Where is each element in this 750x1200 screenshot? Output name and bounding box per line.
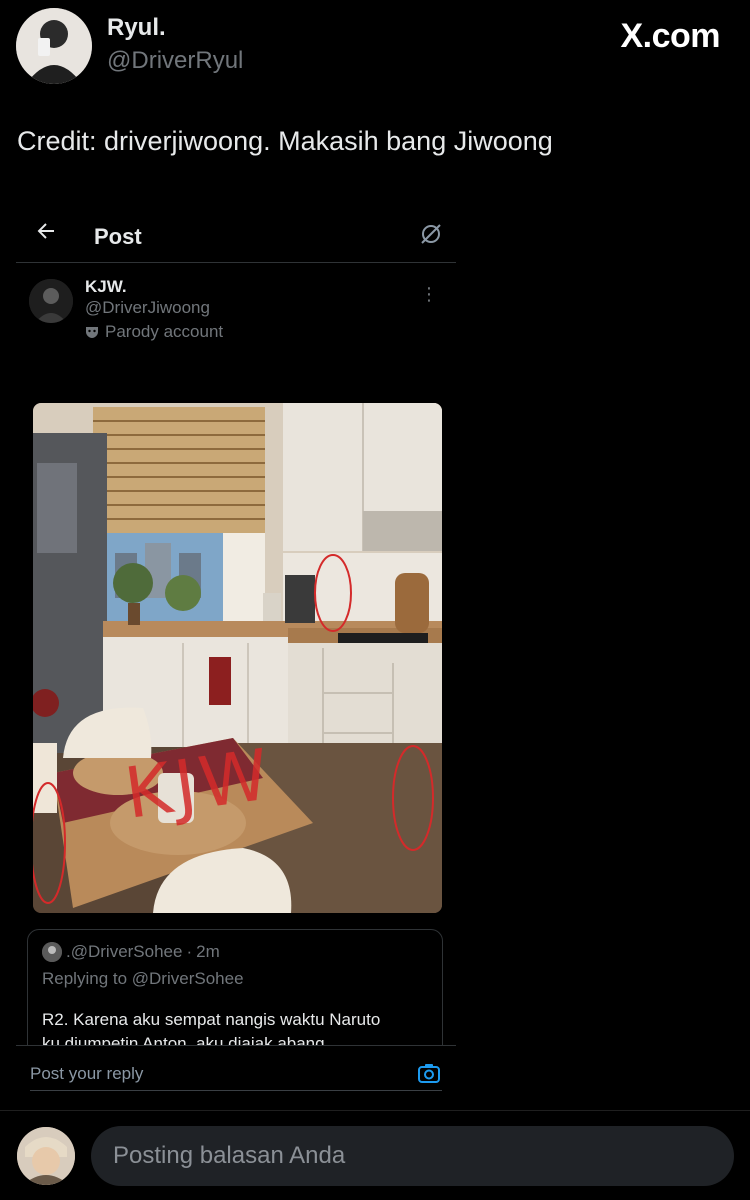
post-title: Post bbox=[94, 224, 142, 249]
more-icon[interactable]: ⋮ bbox=[420, 285, 438, 303]
replying-to: Replying to @DriverSohee bbox=[42, 969, 244, 988]
reply-input[interactable] bbox=[91, 1126, 734, 1186]
quote-separator: · bbox=[186, 942, 193, 961]
reply-underline bbox=[30, 1090, 442, 1091]
quote-avatar bbox=[42, 942, 62, 962]
page: Ryul. @DriverRyul X.com Credit: driverji… bbox=[0, 0, 750, 1200]
tweet-text: Credit: driverjiwoong. Makasih bang Jiwo… bbox=[17, 126, 553, 156]
kitchen-photo[interactable]: KJW bbox=[33, 403, 442, 913]
current-user-avatar-image bbox=[17, 1127, 75, 1185]
kitchen-illustration bbox=[33, 403, 442, 913]
post-topbar: Post bbox=[16, 205, 456, 263]
post-reply-box[interactable]: Post your reply bbox=[16, 1045, 456, 1105]
parody-label-text: Parody account bbox=[105, 322, 224, 341]
parody-label: Parody account bbox=[85, 322, 223, 342]
mask-icon bbox=[86, 327, 98, 338]
embedded-screenshot: Post KJW. @DriverJiwoong Parody account … bbox=[16, 205, 456, 1105]
quote-handle[interactable]: .@DriverSohee bbox=[66, 942, 182, 962]
author-handle[interactable]: @DriverRyul bbox=[107, 47, 243, 75]
bottom-divider bbox=[0, 1110, 750, 1111]
post-author-avatar-image bbox=[29, 279, 73, 323]
grok-icon[interactable] bbox=[418, 221, 444, 247]
author-display-name[interactable]: Ryul. bbox=[107, 14, 166, 42]
quote-time: 2m bbox=[196, 942, 220, 961]
quote-text-line-1: R2. Karena aku sempat nangis waktu Narut… bbox=[42, 1010, 381, 1029]
current-user-avatar[interactable] bbox=[17, 1127, 75, 1185]
post-reply-placeholder[interactable]: Post your reply bbox=[30, 1064, 143, 1084]
author-avatar[interactable] bbox=[16, 8, 92, 84]
author-avatar-image bbox=[16, 8, 92, 84]
post-author-handle[interactable]: @DriverJiwoong bbox=[85, 298, 210, 318]
post-author-name[interactable]: KJW. bbox=[85, 277, 127, 297]
quote-header: .@DriverSohee · 2m bbox=[42, 942, 220, 962]
camera-icon[interactable] bbox=[416, 1060, 442, 1086]
x-logo: X.com bbox=[620, 17, 720, 55]
post-author-avatar[interactable] bbox=[29, 279, 73, 323]
back-arrow-icon[interactable] bbox=[34, 219, 58, 243]
